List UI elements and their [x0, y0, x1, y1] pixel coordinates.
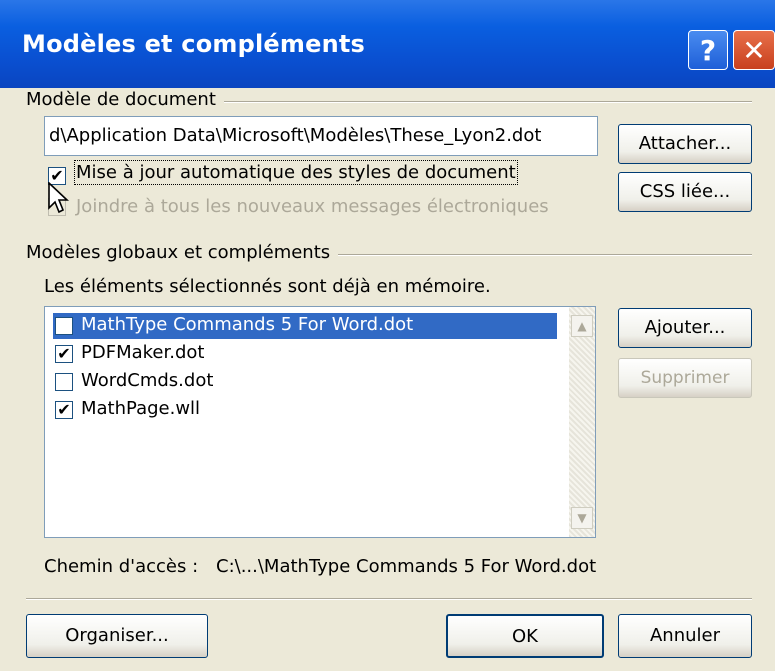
linked-css-button[interactable]: CSS liée...: [618, 172, 752, 212]
remove-button: Supprimer: [618, 358, 752, 398]
list-item[interactable]: ✔ MathType Commands 5 For Word.dot: [53, 313, 557, 339]
footer-divider: [26, 598, 752, 600]
ok-button[interactable]: OK: [446, 614, 604, 658]
attach-email-label: Joindre à tous les nouveaux messages éle…: [76, 196, 549, 217]
item-label: MathPage.wll: [81, 398, 201, 419]
add-button[interactable]: Ajouter...: [618, 308, 752, 348]
scroll-up-icon[interactable]: ▲: [571, 315, 593, 337]
title-bar: Modèles et compléments ? ✕: [0, 0, 775, 88]
loaded-note: Les éléments sélectionnés sont déjà en m…: [44, 276, 491, 297]
attach-button[interactable]: Attacher...: [618, 124, 752, 164]
close-icon: ✕: [742, 34, 766, 67]
path-value: C:\...\MathType Commands 5 For Word.dot: [216, 556, 597, 577]
close-button[interactable]: ✕: [733, 30, 775, 70]
auto-update-label[interactable]: Mise à jour automatique des styles de do…: [74, 160, 518, 185]
list-scrollbar[interactable]: ▲ ▼: [569, 307, 595, 537]
help-icon: ?: [699, 34, 717, 67]
document-template-group-label: Modèle de document: [26, 89, 224, 110]
item-label: PDFMaker.dot: [81, 342, 205, 363]
item-label: MathType Commands 5 For Word.dot: [81, 314, 414, 335]
item-label: WordCmds.dot: [81, 370, 214, 391]
path-label: Chemin d'accès :: [44, 556, 199, 577]
window-title: Modèles et compléments: [22, 30, 366, 58]
list-item[interactable]: ✔ PDFMaker.dot: [53, 341, 557, 367]
item-checkbox[interactable]: ✔: [55, 401, 73, 419]
template-path-field[interactable]: d\Application Data\Microsoft\Modèles\The…: [44, 116, 598, 156]
item-checkbox[interactable]: ✔: [55, 345, 73, 363]
item-checkbox[interactable]: [55, 373, 73, 391]
item-checkbox[interactable]: ✔: [55, 317, 73, 335]
cancel-button[interactable]: Annuler: [618, 614, 752, 658]
help-button[interactable]: ?: [688, 30, 728, 70]
list-item[interactable]: ✔ MathPage.wll: [53, 397, 557, 423]
global-templates-list[interactable]: ✔ MathType Commands 5 For Word.dot ✔ PDF…: [44, 306, 596, 538]
scroll-down-icon[interactable]: ▼: [571, 507, 593, 529]
organize-button[interactable]: Organiser...: [26, 614, 208, 658]
global-templates-group-label: Modèles globaux et compléments: [26, 242, 339, 263]
mouse-cursor-icon: [48, 182, 70, 214]
list-item[interactable]: WordCmds.dot: [53, 369, 557, 395]
